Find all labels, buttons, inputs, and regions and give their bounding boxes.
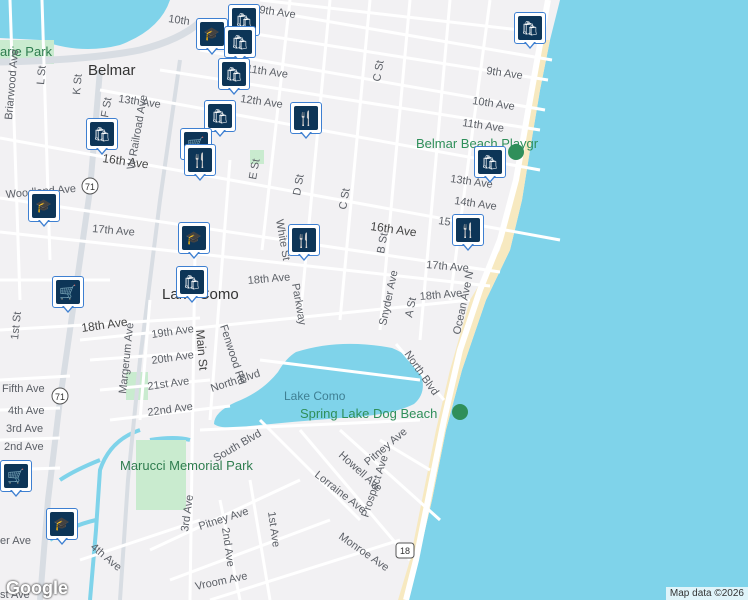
- map-base: Belmar Lake Como Lake Como Spring Lake D…: [0, 0, 748, 600]
- route-18-shield: 18: [395, 542, 415, 559]
- marker-restaurant[interactable]: 🍴: [290, 102, 324, 140]
- lake-como-label: Lake Como: [284, 389, 346, 403]
- marker-restaurant[interactable]: 🍴: [184, 144, 218, 182]
- shopping-bag-icon: 🛍: [93, 125, 111, 142]
- l-st-label: L St: [35, 65, 49, 85]
- shopping-bag-icon: 🛍: [225, 65, 243, 82]
- shopping-bag-icon: 🛍: [231, 33, 249, 50]
- marucci-park-area: [136, 440, 186, 510]
- shopping-bag-icon: 🛍: [211, 107, 229, 124]
- svg-text:18: 18: [400, 546, 410, 556]
- spring-lake-dog-beach-label: Spring Lake Dog Beach: [300, 406, 437, 421]
- belmar-label: Belmar: [88, 62, 136, 79]
- graduation-cap-icon: 🎓: [35, 198, 53, 213]
- shopping-bag-icon: 🛍: [183, 273, 201, 290]
- svg-text:71: 71: [85, 182, 95, 192]
- fork-knife-icon: 🍴: [191, 151, 209, 168]
- shopping-cart-icon: 🛒: [7, 467, 25, 484]
- shopping-cart-icon: 🛒: [59, 283, 77, 300]
- fifth-ave-label: Fifth Ave: [2, 383, 45, 395]
- marker-restaurant[interactable]: 🍴: [288, 224, 322, 262]
- graduation-cap-icon: 🎓: [53, 516, 71, 531]
- marker-restaurant[interactable]: 🍴: [452, 214, 486, 252]
- ave-15th-label: 15: [438, 215, 452, 229]
- park-tree-icon[interactable]: [508, 144, 524, 160]
- fourth-ave-left-label: 4th Ave: [8, 405, 45, 417]
- park-tree-icon[interactable]: [452, 404, 468, 420]
- map-canvas[interactable]: Belmar Lake Como Lake Como Spring Lake D…: [0, 0, 748, 600]
- svg-text:71: 71: [55, 392, 65, 402]
- marker-shopping[interactable]: 🛍: [218, 58, 252, 96]
- graduation-cap-icon: 🎓: [185, 230, 203, 245]
- marker-shopping[interactable]: 🛍: [514, 12, 548, 50]
- marker-education[interactable]: 🎓: [28, 190, 62, 228]
- marker-education[interactable]: 🎓: [178, 222, 212, 260]
- shopping-bag-icon: 🛍: [481, 153, 499, 170]
- map-attribution[interactable]: Map data ©2026: [665, 587, 748, 600]
- shopping-bag-icon: 🛍: [521, 19, 539, 36]
- second-ave-left-label: 2nd Ave: [4, 441, 44, 453]
- k-st-label: K St: [71, 73, 85, 95]
- marker-grocery[interactable]: 🛒: [52, 276, 86, 314]
- marker-grocery[interactable]: 🛒: [0, 460, 34, 498]
- marker-shopping[interactable]: 🛍: [176, 266, 210, 304]
- marker-education[interactable]: 🎓: [46, 508, 80, 546]
- marker-shopping[interactable]: 🛍: [474, 146, 508, 184]
- fork-knife-icon: 🍴: [295, 231, 313, 248]
- er-ave-label: er Ave: [0, 535, 31, 547]
- marker-shopping[interactable]: 🛍: [86, 118, 120, 156]
- third-ave-left-label: 3rd Ave: [6, 423, 43, 435]
- fork-knife-icon: 🍴: [459, 221, 477, 238]
- fork-knife-icon: 🍴: [297, 109, 315, 126]
- marucci-park-label: Marucci Memorial Park: [120, 458, 253, 473]
- route-71-shield-top: 71: [81, 177, 99, 195]
- google-logo: Google: [6, 578, 68, 598]
- graduation-cap-icon: 🎓: [203, 26, 221, 41]
- route-71-shield-bottom: 71: [51, 387, 69, 405]
